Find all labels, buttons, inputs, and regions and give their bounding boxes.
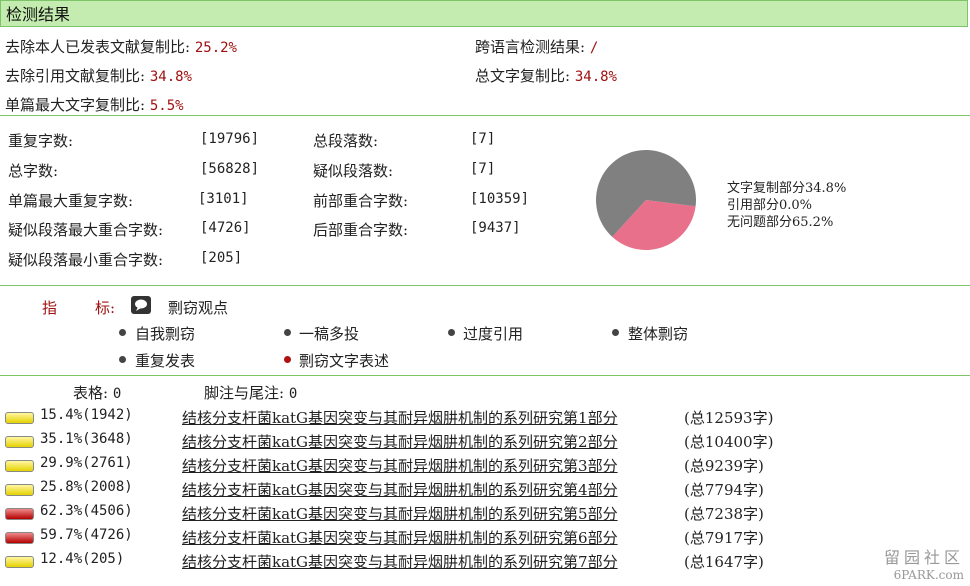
- bullet-icon: [119, 329, 126, 336]
- total-chars-label: 总字数:: [8, 162, 59, 180]
- notes-value: 0: [288, 386, 298, 402]
- document-link[interactable]: 结核分支杆菌katG基因突变与其耐异烟肼机制的系列研究第1部分: [182, 407, 618, 428]
- notes-label: 脚注与尾注:: [204, 384, 285, 402]
- indicator-item: 重复发表: [135, 352, 196, 370]
- front-overlap-value: [10359]: [470, 191, 530, 207]
- cross-lang-value: /: [589, 40, 599, 56]
- single-max-label: 单篇最大文字复制比:: [5, 96, 146, 114]
- exclude-cite-label: 去除引用文献复制比:: [5, 67, 146, 85]
- exclude-cite-row: 去除引用文献复制比: 34.8%: [5, 65, 192, 86]
- susp-max-overlap-value: [4726]: [200, 220, 251, 236]
- indicator-label-zhi: 指: [42, 299, 58, 317]
- document-link[interactable]: 结核分支杆菌katG基因突变与其耐异烟肼机制的系列研究第4部分: [182, 479, 618, 500]
- total-copy-row: 总文字复制比: 34.8%: [475, 65, 617, 86]
- document-percent: 25.8%(2008): [40, 479, 133, 495]
- watermark-line1: 留园社区: [883, 548, 964, 567]
- severity-bar-yellow: [5, 412, 34, 424]
- bullet-icon: [612, 329, 619, 336]
- cross-lang-label: 跨语言检测结果:: [475, 38, 586, 56]
- document-link[interactable]: 结核分支杆菌katG基因突变与其耐异烟肼机制的系列研究第5部分: [182, 503, 618, 524]
- document-total: (总7238字): [684, 505, 764, 523]
- total-paras-label: 总段落数:: [313, 132, 379, 150]
- severity-bar-yellow: [5, 460, 34, 472]
- divider: [0, 115, 970, 116]
- severity-bar-red: [5, 532, 34, 544]
- document-link[interactable]: 结核分支杆菌katG基因突变与其耐异烟肼机制的系列研究第6部分: [182, 527, 618, 548]
- tables-value: 0: [112, 386, 122, 402]
- document-percent: 62.3%(4506): [40, 503, 133, 519]
- pie-legend-item: 无问题部分65.2%: [727, 215, 834, 230]
- total-paras-value: [7]: [470, 131, 496, 147]
- indicator-item: 一稿多投: [299, 325, 360, 343]
- single-max-row: 单篇最大文字复制比: 5.5%: [5, 94, 184, 115]
- exclude-self-label: 去除本人已发表文献复制比:: [5, 38, 191, 56]
- watermark-line2: 6PARK.com: [893, 568, 964, 582]
- cross-lang-row: 跨语言检测结果: /: [475, 36, 598, 57]
- front-overlap-label: 前部重合字数:: [313, 192, 409, 210]
- indicator-item: 过度引用: [463, 325, 524, 343]
- indicator-title: 剽窃观点: [168, 299, 229, 317]
- single-max-value: 5.5%: [149, 98, 184, 114]
- speech-bubble-icon: [131, 296, 151, 314]
- document-link[interactable]: 结核分支杆菌katG基因突变与其耐异烟肼机制的系列研究第7部分: [182, 551, 618, 572]
- back-overlap-label: 后部重合字数:: [313, 221, 409, 239]
- dup-chars-label: 重复字数:: [8, 132, 74, 150]
- total-copy-value: 34.8%: [574, 69, 617, 85]
- susp-min-overlap-value: [205]: [200, 250, 243, 266]
- document-total: (总7917字): [684, 529, 764, 547]
- exclude-cite-value: 34.8%: [149, 69, 192, 85]
- severity-bar-yellow: [5, 556, 34, 568]
- divider: [0, 375, 970, 376]
- tables-label: 表格:: [73, 384, 109, 402]
- indicator-item: 整体剽窃: [628, 325, 689, 343]
- bullet-icon: [284, 329, 291, 336]
- document-total: (总1647字): [684, 553, 764, 571]
- document-link[interactable]: 结核分支杆菌katG基因突变与其耐异烟肼机制的系列研究第2部分: [182, 431, 618, 452]
- bullet-icon: [448, 329, 455, 336]
- divider: [0, 285, 970, 286]
- single-max-dup-label: 单篇最大重复字数:: [8, 192, 134, 210]
- total-chars-value: [56828]: [200, 161, 260, 177]
- susp-min-overlap-label: 疑似段落最小重合字数:: [8, 251, 164, 269]
- document-percent: 59.7%(4726): [40, 527, 133, 543]
- document-link[interactable]: 结核分支杆菌katG基因突变与其耐异烟肼机制的系列研究第3部分: [182, 455, 618, 476]
- susp-paras-value: [7]: [470, 161, 496, 177]
- document-total: (总7794字): [684, 481, 764, 499]
- indicator-item: 自我剽窃: [135, 325, 196, 343]
- indicator-label-biao: 标:: [95, 299, 116, 317]
- severity-bar-yellow: [5, 436, 34, 448]
- pie-chart: [596, 150, 696, 250]
- document-percent: 35.1%(3648): [40, 431, 133, 447]
- document-percent: 15.4%(1942): [40, 407, 133, 423]
- bullet-red-icon: [284, 356, 291, 363]
- indicator-item: 剽窃文字表述: [299, 352, 390, 370]
- dup-chars-value: [19796]: [200, 131, 260, 147]
- total-copy-label: 总文字复制比:: [475, 67, 571, 85]
- single-max-dup-value: [3101]: [198, 191, 249, 207]
- exclude-self-row: 去除本人已发表文献复制比: 25.2%: [5, 36, 237, 57]
- document-total: (总10400字): [684, 433, 774, 451]
- document-total: (总9239字): [684, 457, 764, 475]
- severity-bar-red: [5, 508, 34, 520]
- page-title: 检测结果: [0, 0, 968, 27]
- bullet-icon: [119, 356, 126, 363]
- tables-row: 表格: 0: [73, 382, 121, 403]
- back-overlap-value: [9437]: [470, 220, 521, 236]
- severity-bar-yellow: [5, 484, 34, 496]
- exclude-self-value: 25.2%: [194, 40, 237, 56]
- watermark: 留园社区 6PARK.com: [884, 544, 964, 582]
- susp-paras-label: 疑似段落数:: [313, 162, 394, 180]
- document-percent: 12.4%(205): [40, 551, 125, 567]
- notes-row: 脚注与尾注: 0: [204, 382, 297, 403]
- document-total: (总12593字): [684, 409, 774, 427]
- document-percent: 29.9%(2761): [40, 455, 133, 471]
- susp-max-overlap-label: 疑似段落最大重合字数:: [8, 221, 164, 239]
